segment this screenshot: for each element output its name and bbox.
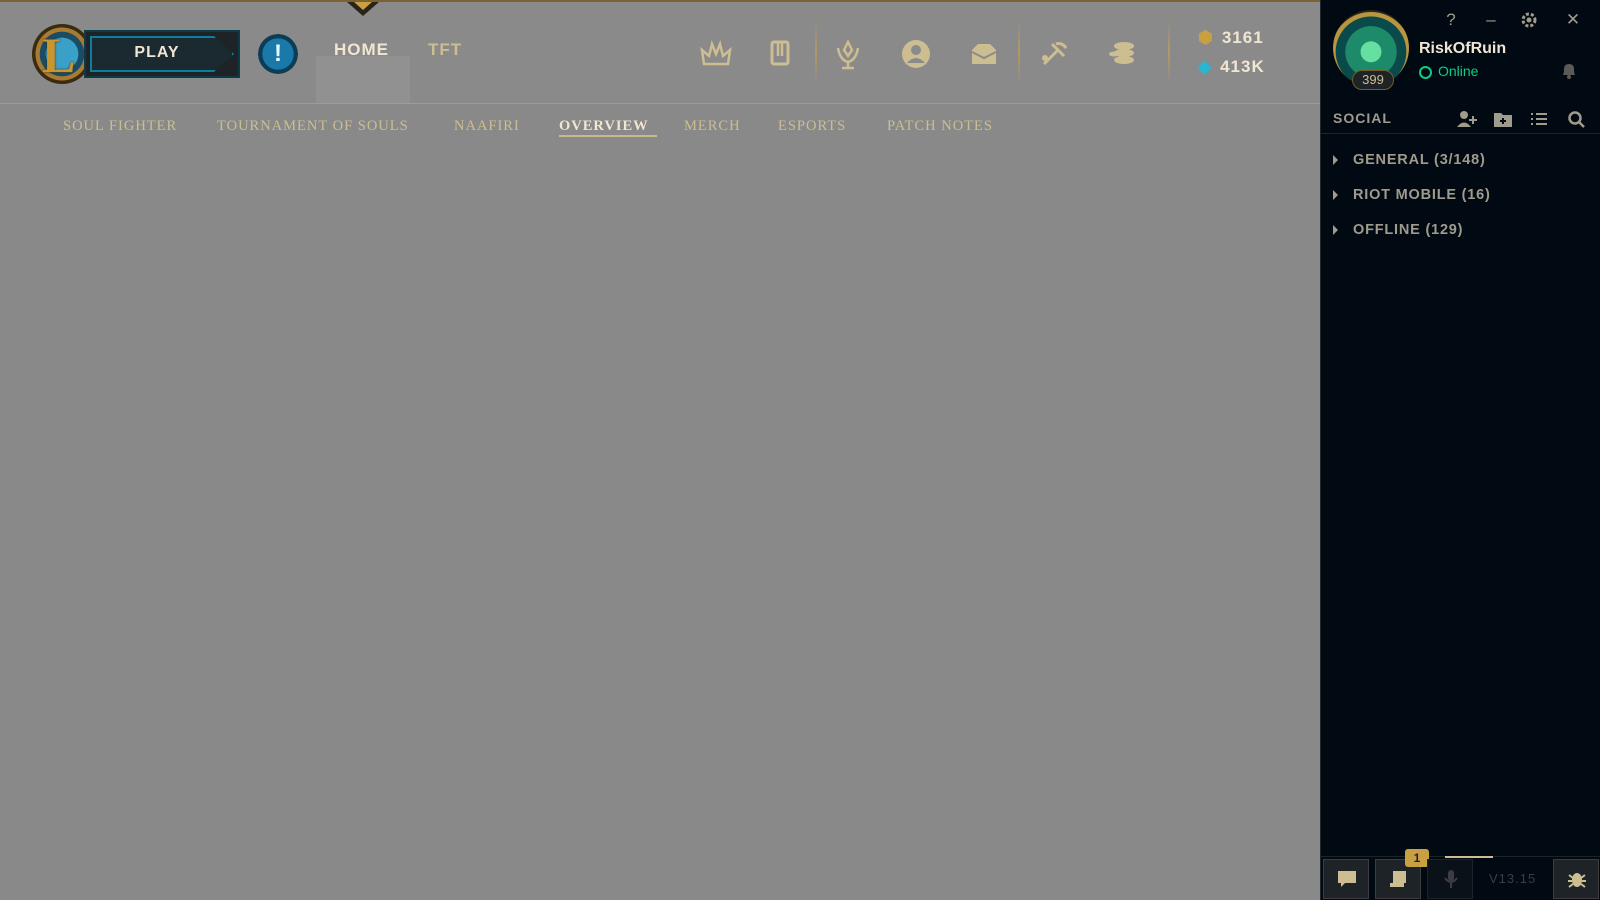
social-header: SOCIAL — [1321, 104, 1600, 134]
search-icon[interactable] — [1565, 108, 1589, 130]
active-subnav-underline — [559, 135, 657, 137]
store-coins-icon[interactable] — [1104, 36, 1140, 72]
main-content: L PLAY ! HOME TFT ⬢ 3161 ◆ 413K SOUL FIG… — [0, 0, 1320, 900]
chat-bubble-icon — [1338, 871, 1356, 887]
notification-count-badge: 1 — [1405, 849, 1429, 867]
subnav-naafiri[interactable]: NAAFIRI — [454, 118, 520, 135]
riot-points-icon: ⬢ — [1198, 28, 1214, 47]
client-version: V13.15 — [1489, 871, 1537, 886]
level-badge: 399 — [1352, 70, 1394, 90]
nav-separator — [1168, 20, 1170, 84]
chevron-right-icon — [1333, 225, 1338, 235]
chevron-right-icon — [1333, 190, 1338, 200]
voice-button[interactable] — [1427, 859, 1473, 899]
blue-essence-balance[interactable]: ◆ 413K — [1198, 57, 1265, 77]
notification-bell-icon[interactable] — [1559, 60, 1579, 80]
chat-button[interactable] — [1323, 859, 1369, 899]
subnav-merch[interactable]: MERCH — [684, 118, 741, 135]
bottom-bar-highlight — [1445, 856, 1493, 858]
friend-group-offline[interactable]: OFFLINE (129) — [1333, 220, 1593, 244]
bug-report-button[interactable] — [1553, 859, 1599, 899]
subnav-overview[interactable]: OVERVIEW — [559, 118, 649, 135]
champions-crest-icon[interactable] — [698, 36, 734, 72]
subnav-esports[interactable]: ESPORTS — [778, 118, 846, 135]
ranked-trophy-icon[interactable] — [830, 36, 866, 72]
nav-separator — [1018, 20, 1020, 84]
help-button[interactable]: ? — [1437, 8, 1465, 32]
home-tab-highlight — [316, 56, 410, 103]
settings-gear-icon[interactable] — [1519, 10, 1539, 30]
crafting-hammer-icon[interactable] — [1036, 36, 1072, 72]
subnav-patch-notes[interactable]: PATCH NOTES — [887, 118, 993, 135]
friend-group-general[interactable]: GENERAL (3/148) — [1333, 150, 1593, 174]
nav-separator — [815, 20, 817, 84]
list-view-icon[interactable] — [1527, 108, 1551, 130]
subnav-soul-fighter[interactable]: SOUL FIGHTER — [63, 118, 177, 135]
username[interactable]: RiskOfRuin — [1419, 40, 1506, 58]
blue-essence-icon: ◆ — [1198, 57, 1213, 76]
loot-chest-icon[interactable] — [966, 36, 1002, 72]
add-folder-icon[interactable] — [1491, 108, 1515, 130]
minimize-button[interactable]: – — [1477, 8, 1505, 32]
collection-icon[interactable] — [762, 36, 798, 72]
microphone-icon — [1444, 870, 1458, 888]
tab-home[interactable]: HOME — [334, 40, 389, 60]
bug-icon — [1568, 873, 1586, 888]
sub-navigation: SOUL FIGHTER TOURNAMENT OF SOULS NAAFIRI… — [0, 104, 1320, 144]
social-sidebar: 399 RiskOfRuin Online ? – ✕ SOCIAL GENER… — [1320, 0, 1600, 900]
tab-tft[interactable]: TFT — [428, 40, 462, 60]
add-friend-icon[interactable] — [1455, 108, 1479, 130]
alert-icon[interactable]: ! — [258, 34, 298, 74]
social-bottom-bar: 1 V13.15 — [1321, 849, 1600, 900]
close-button[interactable]: ✕ — [1559, 8, 1587, 32]
active-tab-marker-icon — [347, 2, 379, 16]
league-logo-icon: L — [32, 24, 92, 84]
online-status-icon — [1419, 66, 1432, 79]
riot-points-balance[interactable]: ⬢ 3161 — [1198, 28, 1264, 48]
friend-group-riot-mobile[interactable]: RIOT MOBILE (16) — [1333, 185, 1593, 209]
social-title: SOCIAL — [1333, 110, 1392, 126]
status-text[interactable]: Online — [1438, 63, 1478, 79]
profile-icon[interactable] — [898, 36, 934, 72]
missions-scroll-icon — [1390, 871, 1406, 887]
chevron-right-icon — [1333, 155, 1338, 165]
play-button[interactable]: PLAY — [84, 30, 240, 78]
play-button-label: PLAY — [134, 44, 180, 61]
subnav-tournament-of-souls[interactable]: TOURNAMENT OF SOULS — [217, 118, 409, 135]
top-navigation-bar: L PLAY ! HOME TFT ⬢ 3161 ◆ 413K — [0, 2, 1320, 104]
